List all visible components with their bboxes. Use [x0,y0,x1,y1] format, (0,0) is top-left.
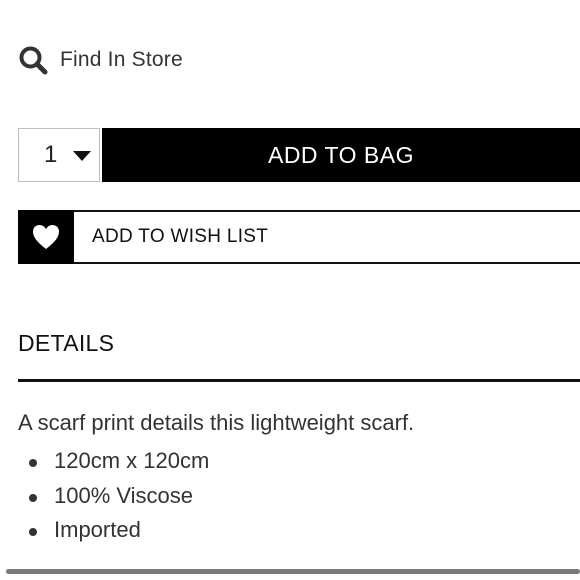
add-to-bag-button[interactable]: ADD TO BAG [102,128,580,182]
heart-icon [33,225,59,249]
quantity-value: 1 [44,141,58,168]
bullet-icon [29,459,37,467]
list-item: 100% Viscose [0,479,209,514]
search-icon [19,46,48,75]
heart-icon-box [18,210,74,264]
list-item: Imported [0,513,209,548]
list-item-text: Imported [54,517,141,542]
details-divider [18,379,580,382]
details-list: 120cm x 120cm 100% Viscose Imported [0,444,209,548]
bullet-icon [29,528,37,536]
bullet-icon [29,493,37,502]
quantity-select[interactable]: 1 [18,128,100,182]
details-heading: DETAILS [18,330,115,356]
details-description: A scarf print details this lightweight s… [18,410,415,435]
list-item: 120cm x 120cm [0,444,209,479]
find-in-store-link[interactable]: Find In Store [18,42,183,78]
add-to-wish-list-button[interactable]: ADD TO WISH LIST [18,210,580,264]
list-item-text: 100% Viscose [54,482,194,508]
scroll-indicator [6,569,580,574]
list-item-text: 120cm x 120cm [54,448,210,473]
chevron-down-icon [73,151,91,161]
wish-list-label: ADD TO WISH LIST [92,226,269,247]
find-in-store-label: Find In Store [60,48,183,71]
